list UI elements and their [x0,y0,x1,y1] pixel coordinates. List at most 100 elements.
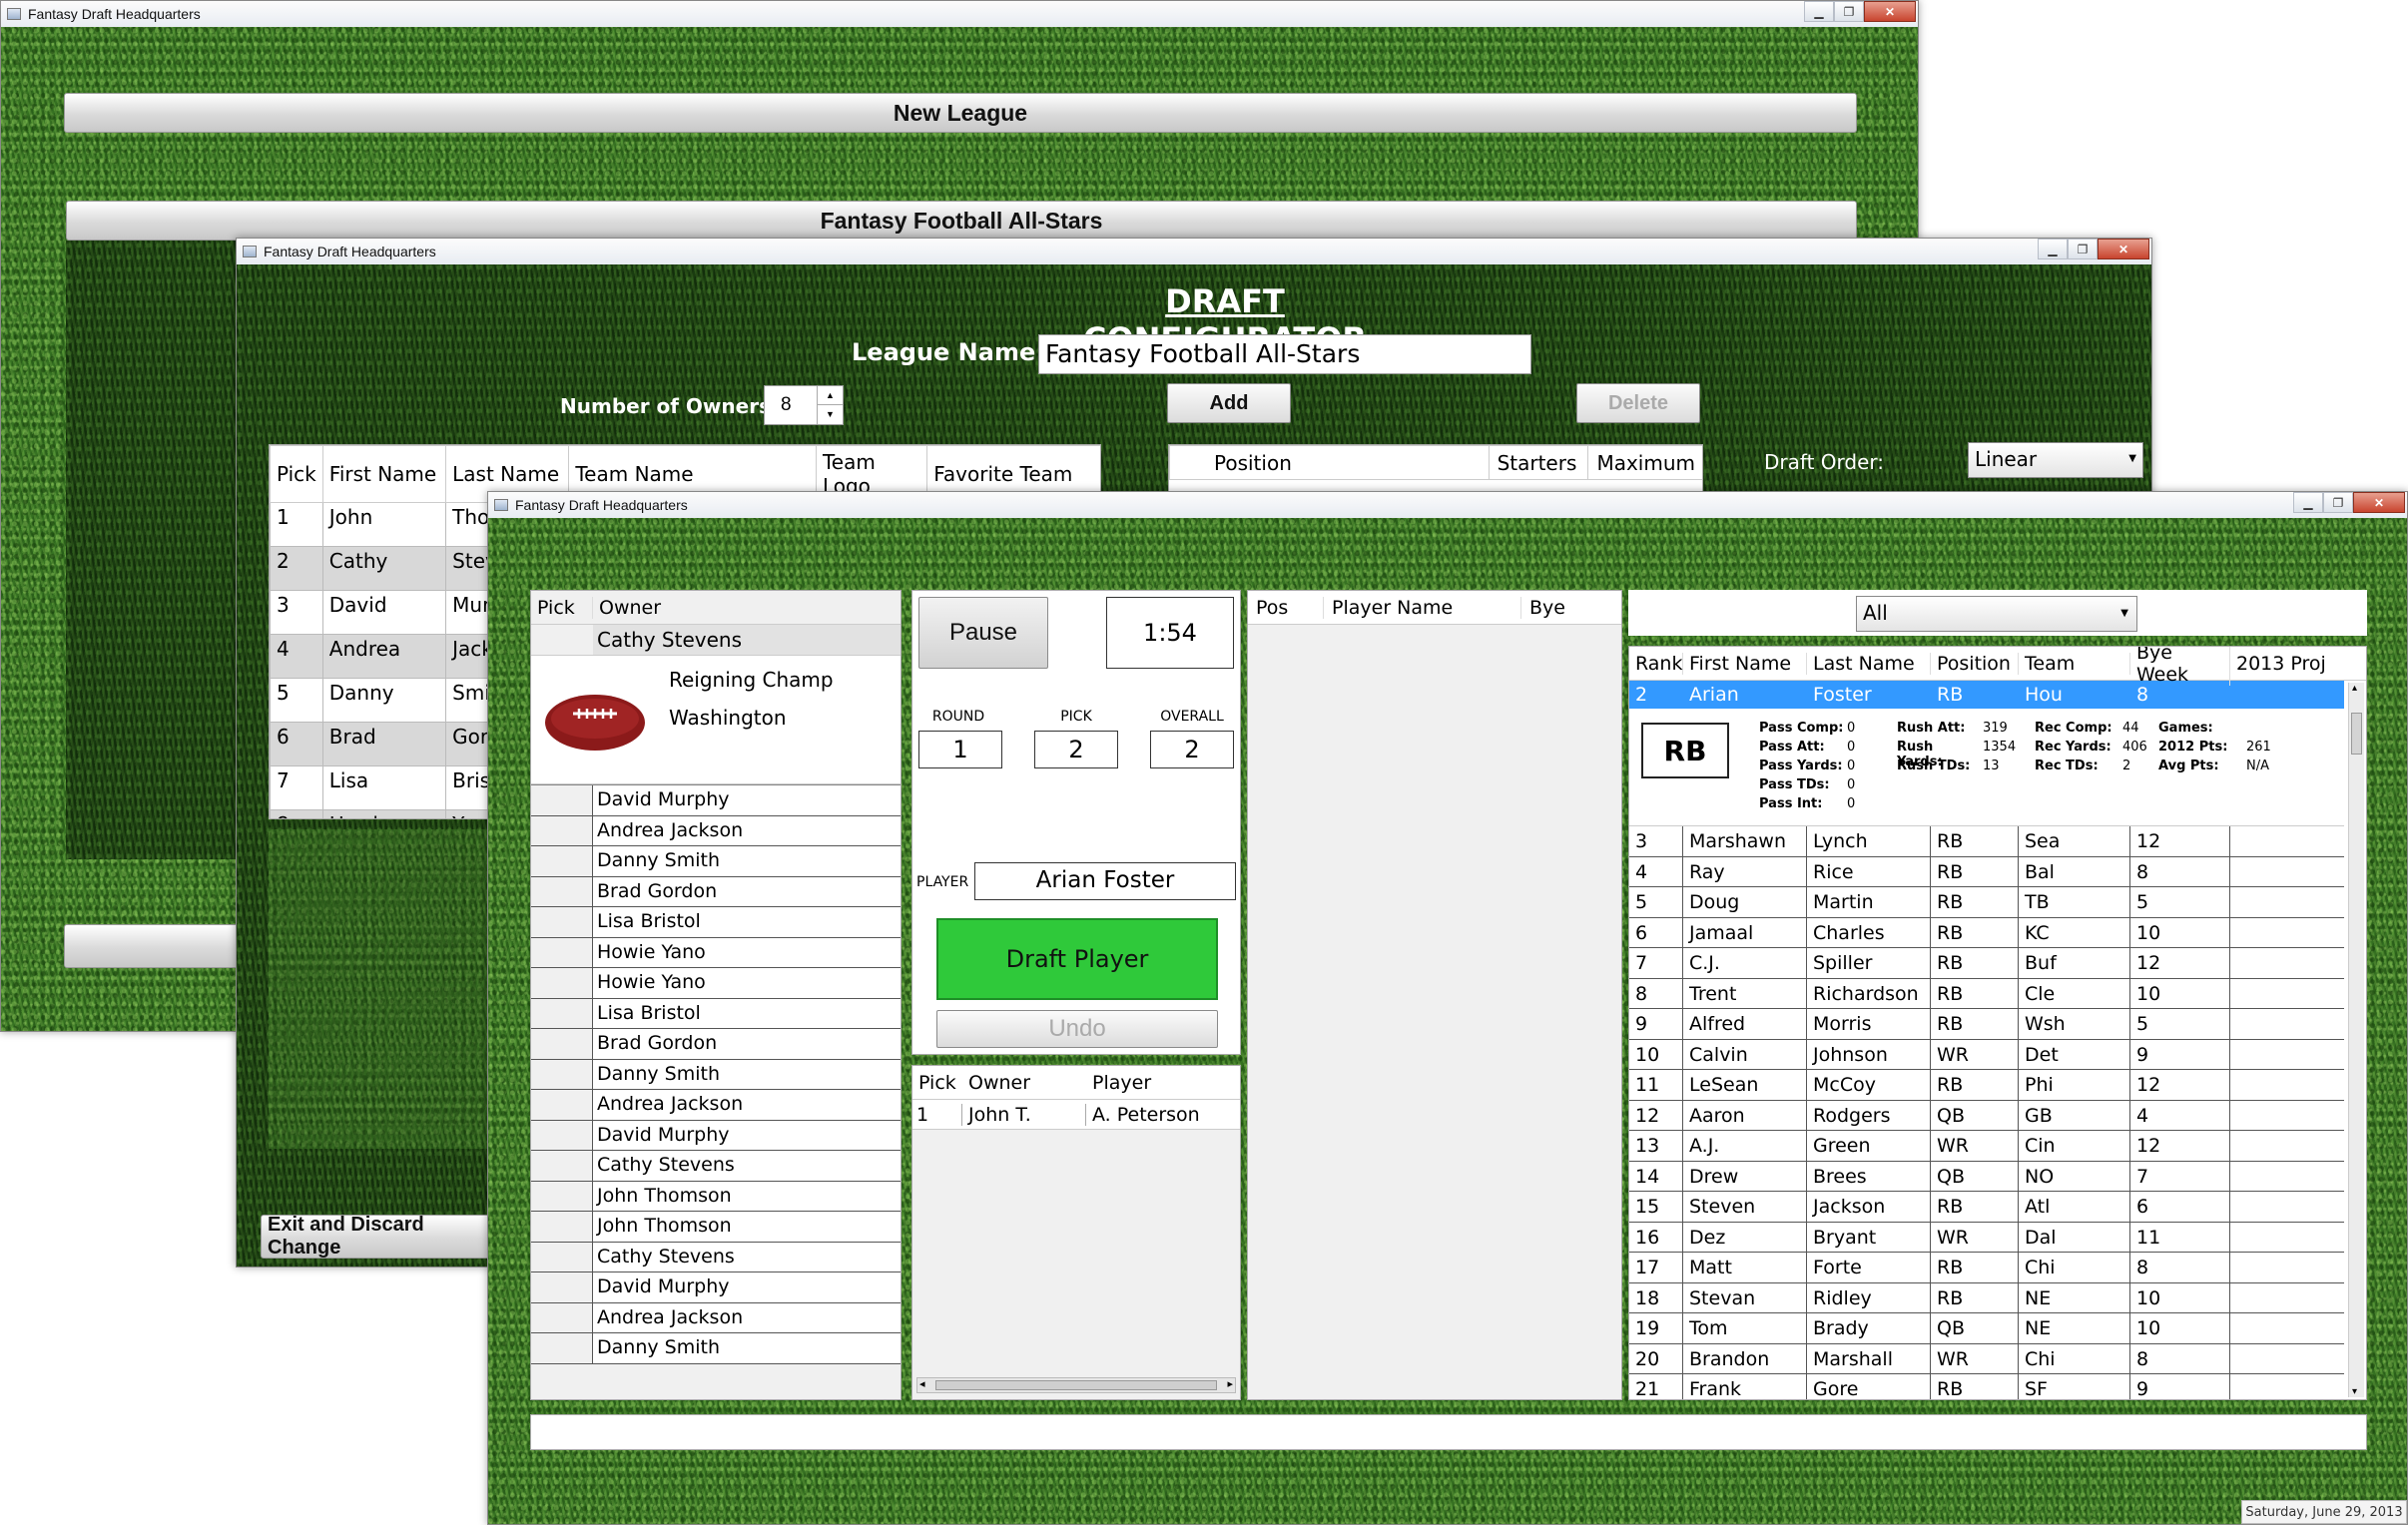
maximize-icon[interactable]: ❐ [2068,239,2098,259]
table-row[interactable]: 8 Trent Richardson RB Cle 10 [1629,978,2344,1009]
current-owner-row[interactable]: Cathy Stevens [593,625,901,655]
list-item[interactable]: Lisa Bristol [531,907,901,938]
owners-stepper[interactable]: 8 ▲ ▼ [764,385,844,425]
league-action-button[interactable] [64,924,264,968]
player-field[interactable]: Arian Foster [974,862,1236,900]
league-name-label: League Name: [852,338,1045,366]
history-player: A. Peterson [1092,1103,1200,1126]
player-cell: Morris [1807,1009,1931,1039]
rushing-stats: Rush Att: 319 Rush Yards: 1354 Rush TDs: 13 [1897,721,2016,777]
list-item[interactable]: David Murphy [531,1272,901,1303]
table-row[interactable]: 11 LeSean McCoy RB Phi 12 [1629,1070,2344,1101]
table-row[interactable]: 19 Tom Brady QB NE 10 [1629,1313,2344,1344]
list-item[interactable]: David Murphy [531,1120,901,1151]
history-row[interactable]: 1 John T. A. Peterson [912,1100,1240,1130]
league-name-input[interactable]: Fantasy Football All-Stars [1038,334,1531,374]
table-row[interactable]: 16 Dez Bryant WR Dal 11 [1629,1222,2344,1253]
exit-discard-button[interactable]: Exit and Discard Change [261,1214,500,1259]
list-item[interactable]: Andrea Jackson [531,1302,901,1333]
stepper-down-icon[interactable]: ▼ [817,405,843,424]
close-icon[interactable]: ✕ [2098,239,2149,259]
table-row[interactable]: 5 Doug Martin RB TB 5 [1629,887,2344,918]
pause-button[interactable]: Pause [918,597,1048,669]
list-item[interactable]: Cathy Stevens [531,1242,901,1272]
list-item[interactable]: Danny Smith [531,1059,901,1090]
list-item[interactable]: Lisa Bristol [531,998,901,1029]
list-item[interactable]: Danny Smith [531,846,901,877]
owner-first: Danny [321,678,447,723]
stat-value: 0 [1847,796,1856,811]
table-row[interactable]: 9 Alfred Morris RB Wsh 5 [1629,1009,2344,1040]
table-row[interactable]: 12 Aaron Rodgers QB GB 4 [1629,1100,2344,1131]
list-item[interactable]: John Thomson [531,1212,901,1243]
table-row[interactable]: 21 Frank Gore RB SF 9 [1629,1374,2344,1399]
horizontal-scrollbar[interactable]: ◂ ▸ [916,1377,1236,1393]
player-cell: 16 [1629,1222,1683,1252]
table-row[interactable]: 14 Drew Brees QB NO 7 [1629,1161,2344,1192]
scroll-down-icon[interactable]: ▾ [2352,1386,2357,1397]
player-cell: RB [1931,1282,2019,1312]
maximize-icon[interactable]: ❐ [1834,1,1864,22]
order-owner: Brad Gordon [593,876,901,906]
stat-value: N/A [2246,759,2269,773]
player-cell: Johnson [1807,1039,1931,1069]
table-row[interactable]: 20 Brandon Marshall WR Chi 8 [1629,1343,2344,1374]
league-button[interactable]: Fantasy Football All-Stars [66,201,1857,241]
list-item[interactable]: Andrea Jackson [531,1090,901,1121]
order-owner: John Thomson [593,1181,901,1211]
draft-order-select[interactable]: Linear ▼ [1968,442,2143,478]
minimize-icon[interactable]: ▁ [2038,239,2068,259]
window-title: Fantasy Draft Headquarters [515,497,688,513]
owner-first: John [321,502,447,547]
player-cell: GB [2019,1100,2130,1130]
add-owner-button[interactable]: Add [1167,383,1291,423]
delete-owner-button[interactable]: Delete [1576,383,1700,423]
list-item[interactable]: David Murphy [531,785,901,816]
positions-col-header: Position [1169,445,1490,480]
close-icon[interactable]: ✕ [1864,1,1916,22]
player-cell: 20 [1629,1343,1683,1373]
list-item[interactable]: Brad Gordon [531,1029,901,1060]
list-item[interactable]: Howie Yano [531,937,901,968]
scroll-left-icon[interactable]: ◂ [919,1377,925,1390]
player-cell: RB [1931,1253,2019,1282]
stat-label: Avg Pts: [2158,759,2219,773]
stat-line: Rush Yards: 1354 [1897,740,2016,769]
scroll-thumb[interactable] [2351,713,2362,755]
player-cell: Charles [1807,917,1931,947]
list-item[interactable]: Brad Gordon [531,876,901,907]
scroll-thumb[interactable] [935,1380,1217,1390]
selected-player-row[interactable]: 2 Arian Foster RB Hou 8 [1629,681,2344,709]
table-row[interactable]: 13 A.J. Green WR Cin 12 [1629,1131,2344,1162]
stepper-up-icon[interactable]: ▲ [817,386,843,405]
table-row[interactable]: 4 Ray Rice RB Bal 8 [1629,856,2344,887]
order-pick-cell [531,1059,593,1089]
stat-line: Pass Yards: 0 [1759,759,1855,777]
table-row[interactable]: 6 Jamaal Charles RB KC 10 [1629,917,2344,948]
scroll-up-icon[interactable]: ▴ [2352,683,2357,694]
list-item[interactable]: Howie Yano [531,968,901,999]
minimize-icon[interactable]: ▁ [1804,1,1834,22]
close-icon[interactable]: ✕ [2353,492,2405,513]
minimize-icon[interactable]: ▁ [2293,492,2323,513]
list-item[interactable]: Andrea Jackson [531,815,901,846]
table-row[interactable]: 3 Marshawn Lynch RB Sea 12 [1629,826,2344,857]
position-filter-select[interactable]: All ▼ [1856,596,2137,632]
undo-button[interactable]: Undo [936,1010,1218,1048]
list-item[interactable]: Danny Smith [531,1333,901,1364]
list-item[interactable]: Cathy Stevens [531,1151,901,1182]
list-item[interactable]: John Thomson [531,1181,901,1212]
new-league-button[interactable]: New League [64,93,1857,133]
player-cell: 5 [1629,887,1683,917]
table-row[interactable]: 17 Matt Forte RB Chi 8 [1629,1253,2344,1283]
table-row[interactable]: 18 Stevan Ridley RB NE 10 [1629,1282,2344,1313]
stat-line: Pass Int: 0 [1759,796,1855,815]
order-pick-cell [531,1120,593,1150]
scroll-right-icon[interactable]: ▸ [1227,1377,1233,1390]
table-row[interactable]: 7 C.J. Spiller RB Buf 12 [1629,948,2344,979]
maximize-icon[interactable]: ❐ [2323,492,2353,513]
table-row[interactable]: 15 Steven Jackson RB Atl 6 [1629,1192,2344,1223]
vertical-scrollbar[interactable]: ▴ ▾ [2348,683,2364,1397]
table-row[interactable]: 10 Calvin Johnson WR Det 9 [1629,1039,2344,1070]
draft-player-button[interactable]: Draft Player [936,918,1218,1000]
